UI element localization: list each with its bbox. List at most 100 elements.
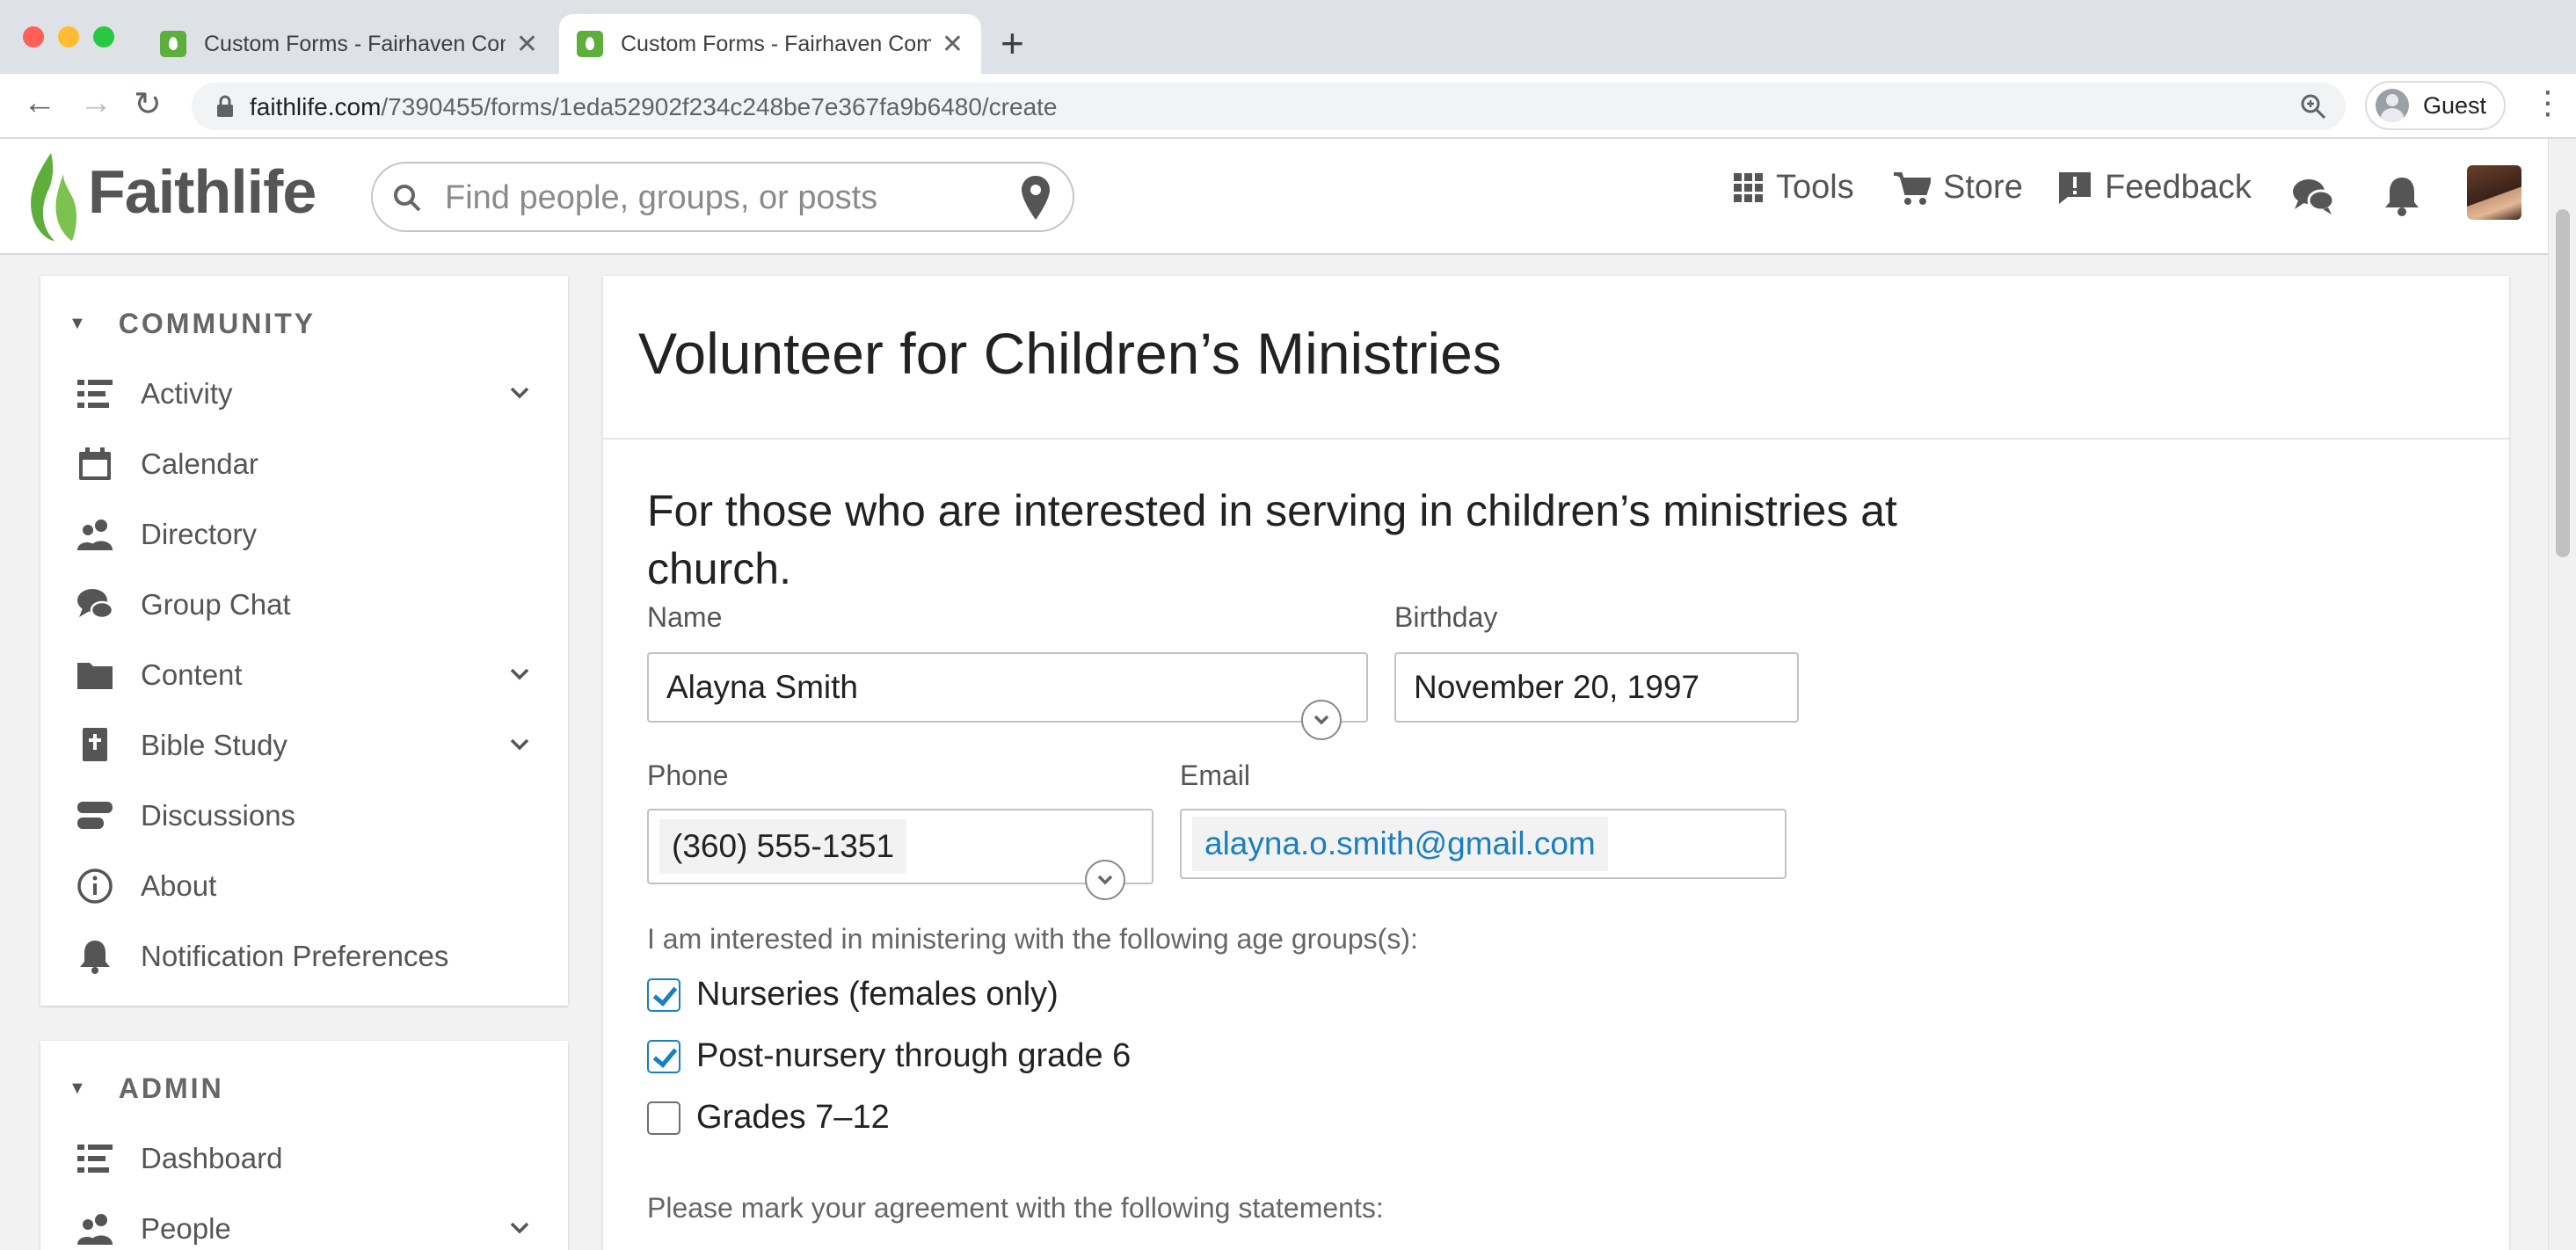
title-divider xyxy=(603,438,2509,440)
age-option-label: Post-nursery through grade 6 xyxy=(696,1037,1132,1074)
age-option-post-nursery[interactable]: Post-nursery through grade 6 xyxy=(647,1037,1131,1075)
calendar-icon xyxy=(79,447,111,480)
forward-arrow-icon[interactable]: → xyxy=(79,84,113,122)
age-option-grades-7-12[interactable]: Grades 7–12 xyxy=(647,1099,890,1137)
sidebar-item-calendar[interactable]: Calendar xyxy=(76,438,550,491)
sidebar-item-activity[interactable]: Activity xyxy=(76,367,550,420)
phone-field[interactable]: (360) 555-1351 xyxy=(647,809,1153,884)
phone-expand-button[interactable] xyxy=(1085,860,1125,900)
search-input[interactable]: Find people, groups, or posts xyxy=(445,179,877,217)
chevron-down-icon[interactable] xyxy=(506,380,533,406)
form-title: Volunteer for Children’s Ministries xyxy=(638,321,1502,386)
chevron-down-icon[interactable] xyxy=(506,731,533,758)
page-scrollbar[interactable] xyxy=(2548,139,2576,1250)
admin-heading[interactable]: ▼ ADMIN xyxy=(69,1071,224,1106)
form-card: Volunteer for Children’s Ministries For … xyxy=(603,276,2509,1250)
sidebar-item-label: Notification Preferences xyxy=(141,940,449,972)
window-close-button[interactable] xyxy=(23,26,44,47)
sidebar-item-about[interactable]: About xyxy=(76,860,550,912)
menu-dots-icon[interactable]: ⋮ xyxy=(2532,84,2564,121)
guest-avatar-icon xyxy=(2376,89,2409,122)
bell-icon xyxy=(80,941,110,974)
scrollbar-thumb[interactable] xyxy=(2556,209,2570,557)
email-value[interactable]: alayna.o.smith@gmail.com xyxy=(1192,817,1608,871)
sidebar-item-label: Directory xyxy=(141,518,258,550)
user-avatar[interactable] xyxy=(2467,165,2521,220)
sidebar-item-notification-preferences[interactable]: Notification Preferences xyxy=(76,930,550,983)
tab-close-icon[interactable]: ✕ xyxy=(942,29,964,60)
profile-button[interactable]: Guest xyxy=(2365,81,2506,130)
window-zoom-button[interactable] xyxy=(93,26,114,47)
nav-store-label: Store xyxy=(1943,169,2023,206)
nav-tools[interactable]: Tools xyxy=(1734,169,1854,207)
agreement-question: Please mark your agreement with the foll… xyxy=(647,1192,1384,1224)
form-description: For those who are interested in serving … xyxy=(647,486,1897,593)
sidebar-item-label: Group Chat xyxy=(141,588,291,621)
sidebar-item-bible-study[interactable]: Bible Study xyxy=(76,719,550,772)
chevron-down-icon[interactable] xyxy=(506,661,533,687)
tab-title: Custom Forms - Fairhaven Community xyxy=(621,31,931,56)
nav-feedback[interactable]: Feedback xyxy=(2057,169,2252,207)
messages-icon[interactable] xyxy=(2291,176,2335,216)
people-icon xyxy=(77,1214,113,1245)
sidebar-item-directory[interactable]: Directory xyxy=(76,508,550,561)
nav-tools-label: Tools xyxy=(1776,169,1854,206)
birthday-value: November 20, 1997 xyxy=(1414,669,1699,705)
chevron-down-icon xyxy=(1097,875,1113,885)
sidebar-item-label: About xyxy=(141,869,217,902)
sidebar-item-label: Discussions xyxy=(141,799,296,832)
notifications-bell-icon[interactable] xyxy=(2384,176,2420,216)
email-field[interactable]: alayna.o.smith@gmail.com xyxy=(1180,809,1786,879)
name-value: Alayna Smith xyxy=(666,669,858,705)
sidebar-item-label: Activity xyxy=(141,377,233,410)
chat-icon xyxy=(77,589,114,620)
browser-tab-bar: Custom Forms - Fairhaven Community ✕ Cus… xyxy=(0,0,2576,74)
faithlife-favicon-icon xyxy=(577,31,603,57)
zoom-icon[interactable] xyxy=(2300,93,2326,120)
faithlife-flame-icon[interactable] xyxy=(25,151,79,243)
name-expand-button[interactable] xyxy=(1301,700,1342,740)
tab-title: Custom Forms - Fairhaven Community xyxy=(204,31,506,56)
nav-store[interactable]: Store xyxy=(1894,169,2023,207)
activity-list-icon xyxy=(77,380,113,408)
browser-tab-1[interactable]: Custom Forms - Fairhaven Community ✕ xyxy=(142,14,556,74)
chevron-down-icon[interactable] xyxy=(506,1215,533,1241)
search-bar[interactable]: Find people, groups, or posts xyxy=(371,162,1074,232)
sidebar-item-label: Bible Study xyxy=(141,729,287,761)
collapse-triangle-icon: ▼ xyxy=(69,1078,89,1098)
sidebar-item-people[interactable]: People xyxy=(76,1203,550,1250)
birthday-label: Birthday xyxy=(1394,601,1498,633)
checkbox-checked[interactable] xyxy=(647,977,680,1012)
phone-label: Phone xyxy=(647,759,729,791)
name-field[interactable]: Alayna Smith xyxy=(647,652,1368,723)
community-heading[interactable]: ▼ COMMUNITY xyxy=(69,306,316,341)
info-icon xyxy=(77,868,113,904)
browser-tab-2-active[interactable]: Custom Forms - Fairhaven Community ✕ xyxy=(559,14,981,74)
sidebar-community-card: ▼ COMMUNITY Activity Calendar Directory xyxy=(40,276,568,1006)
age-option-nurseries[interactable]: Nurseries (females only) xyxy=(647,976,1059,1014)
nav-feedback-label: Feedback xyxy=(2105,169,2252,206)
birthday-field[interactable]: November 20, 1997 xyxy=(1394,652,1799,723)
sidebar-item-label: Content xyxy=(141,658,243,691)
browser-address-bar: ← → ↻ faithlife.com/7390455/forms/1eda52… xyxy=(0,74,2576,139)
name-label: Name xyxy=(647,601,723,633)
reload-icon[interactable]: ↻ xyxy=(134,84,162,124)
checkbox-checked[interactable] xyxy=(647,1039,680,1073)
sidebar-item-label: People xyxy=(141,1212,231,1245)
sidebar-item-dashboard[interactable]: Dashboard xyxy=(76,1132,550,1185)
folder-icon xyxy=(77,663,113,689)
sidebar-item-discussions[interactable]: Discussions xyxy=(76,789,550,842)
sidebar-item-content[interactable]: Content xyxy=(76,649,550,701)
window-minimize-button[interactable] xyxy=(58,26,79,47)
logo-text[interactable]: Faithlife xyxy=(88,156,317,227)
sidebar-item-label: Dashboard xyxy=(141,1142,283,1174)
location-pin-icon[interactable] xyxy=(1020,174,1052,222)
url-omnibox[interactable]: faithlife.com/7390455/forms/1eda52902f23… xyxy=(192,83,2346,130)
back-arrow-icon[interactable]: ← xyxy=(23,84,56,122)
checkbox-unchecked[interactable] xyxy=(647,1101,680,1135)
profile-label: Guest xyxy=(2423,91,2487,119)
grid-icon xyxy=(1734,172,1763,202)
sidebar-item-group-chat[interactable]: Group Chat xyxy=(76,578,550,631)
tab-close-icon[interactable]: ✕ xyxy=(516,29,538,60)
new-tab-button[interactable]: + xyxy=(1001,19,1024,67)
